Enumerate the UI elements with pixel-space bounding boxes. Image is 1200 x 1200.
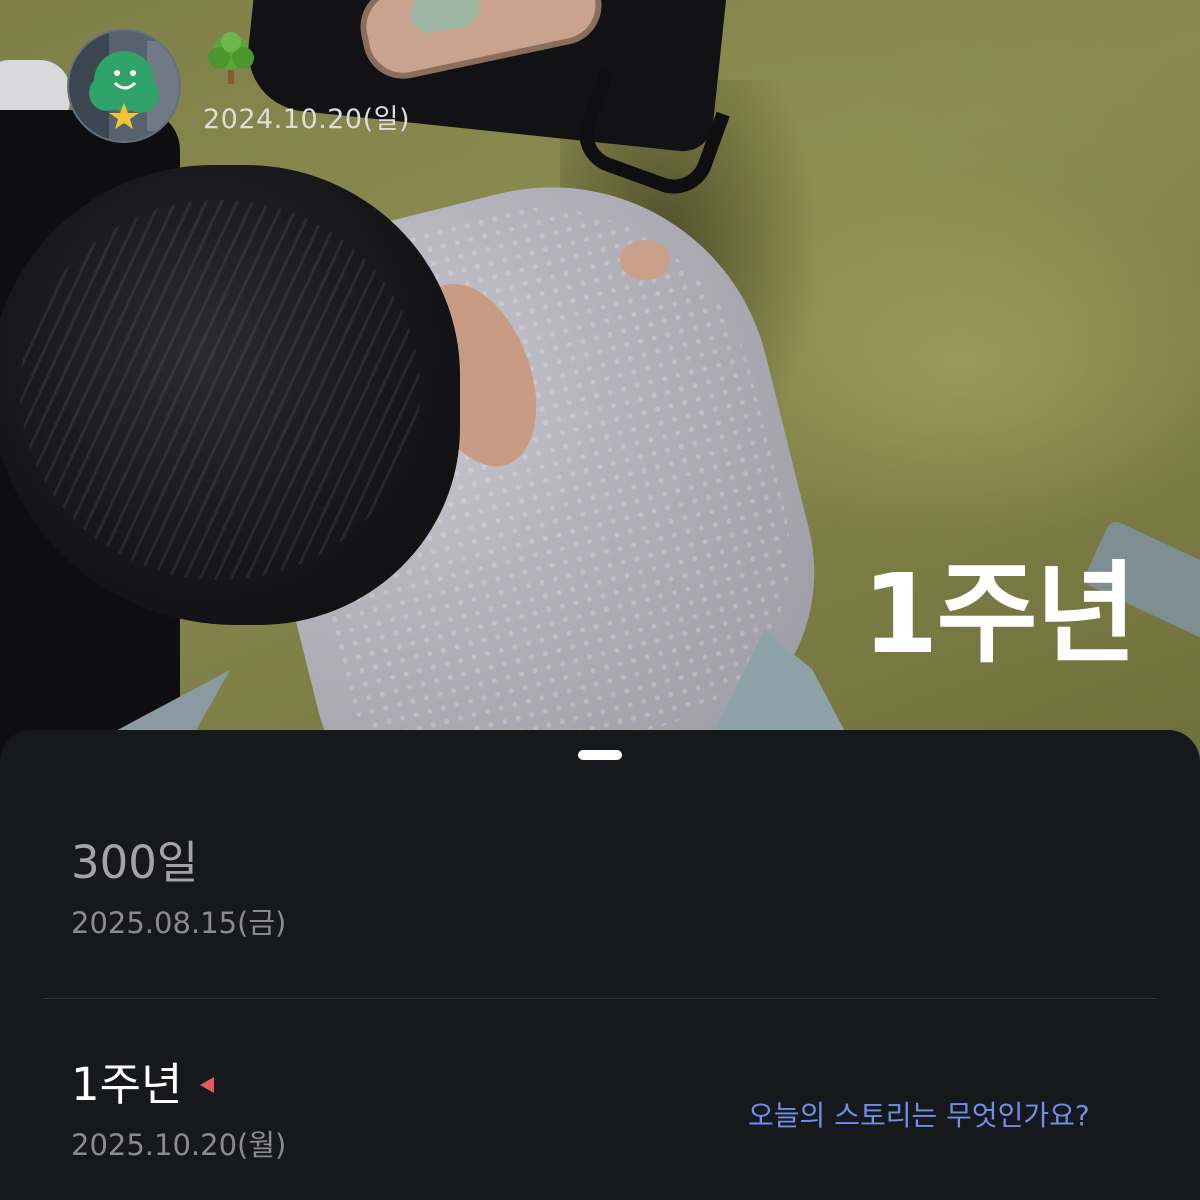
start-date: 2024.10.20(일): [203, 104, 410, 135]
bottom-sheet[interactable]: 300일 2025.08.15(금) 1주년 2025.10.20(월) 오늘의…: [0, 730, 1200, 1200]
timeline-item-title: 1주년: [71, 1058, 183, 1111]
timeline-item-title-row: 1주년: [71, 1058, 215, 1111]
tree-icon[interactable]: [204, 30, 258, 86]
timeline-item-title: 300일: [71, 836, 199, 889]
sheet-drag-handle[interactable]: [578, 750, 622, 760]
hair-strands: [20, 200, 420, 580]
story-prompt-link[interactable]: 오늘의 스토리는 무엇인가요?: [748, 1094, 1090, 1134]
avatar[interactable]: [67, 29, 181, 143]
timeline-item[interactable]: 300일 2025.08.15(금): [71, 838, 286, 942]
heart-marker-icon: [200, 1076, 215, 1093]
timeline-item-date: 2025.10.20(월): [71, 1127, 287, 1162]
timeline-item-date: 2025.08.15(금): [71, 905, 287, 940]
photo-overlay-title: 1주년: [862, 550, 1137, 678]
divider: [44, 998, 1156, 999]
timeline-item[interactable]: 1주년 2025.10.20(월): [71, 1060, 286, 1164]
smiling-tree-avatar-icon: [69, 31, 179, 141]
hand: [620, 240, 670, 280]
